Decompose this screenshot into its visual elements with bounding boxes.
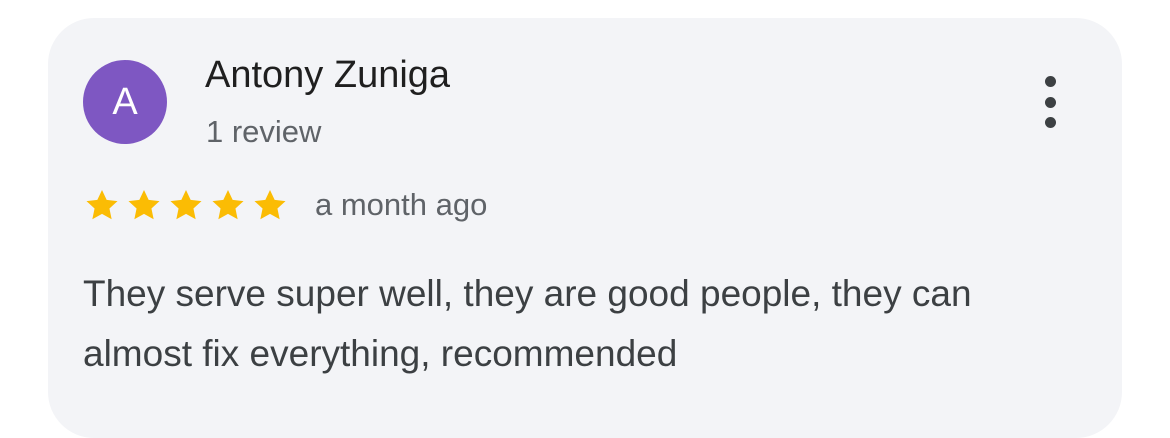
star-icon: [128, 189, 160, 220]
review-time: a month ago: [315, 187, 488, 222]
star-rating: [83, 186, 289, 224]
star-icon: [254, 189, 286, 220]
avatar[interactable]: A: [83, 60, 167, 144]
star-icon: [170, 189, 202, 220]
more-vert-icon-dot: [1044, 117, 1056, 128]
more-options-button[interactable]: [1032, 76, 1068, 128]
review-text: They serve super well, they are good peo…: [83, 273, 972, 374]
author-name[interactable]: Antony Zuniga: [205, 54, 450, 97]
more-vert-icon: [1044, 76, 1056, 87]
review-card: A Antony Zuniga 1 review a month ago The…: [48, 18, 1122, 438]
rating-row: a month ago: [83, 184, 487, 226]
author-review-count: 1 review: [206, 114, 322, 149]
star-icon: [86, 189, 118, 220]
more-vert-icon-dot: [1044, 96, 1056, 108]
star-icon: [212, 189, 244, 220]
